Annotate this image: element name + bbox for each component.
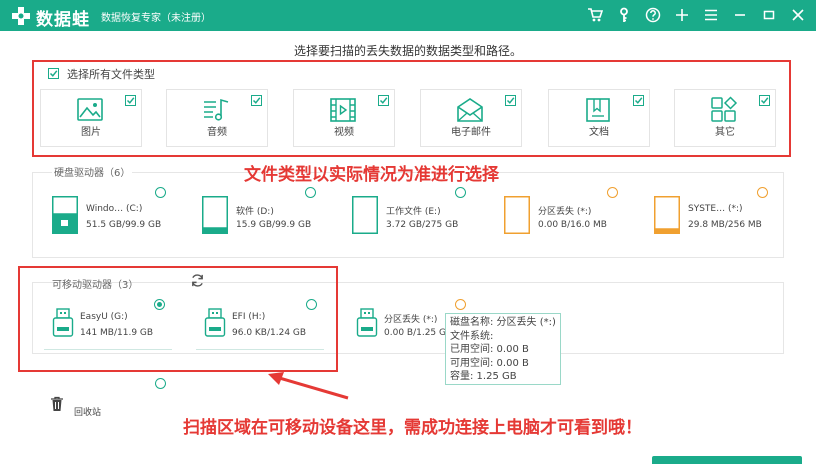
drive-info-tooltip: 磁盘名称: 分区丢失 (*:) 文件系统: 已用空间: 0.00 B 可用空间:… — [445, 313, 561, 385]
tooltip-disk-name: 磁盘名称: 分区丢失 (*:) — [450, 317, 556, 328]
annotation-arrow — [268, 372, 349, 400]
app-name: 数据蛙 — [36, 10, 90, 30]
select-all-label: 选择所有文件类型 — [67, 68, 155, 81]
drive-icon — [202, 196, 228, 234]
hard-drive-item[interactable]: 工作文件 (E:) 3.72 GB/275 GB — [352, 196, 502, 256]
audio-type-checkbox[interactable] — [251, 95, 262, 106]
drive-size: 0.00 B/16.0 MB — [538, 220, 607, 230]
scan-area-annotation: 扫描区域在可移动设备这里，需成功连接上电脑才可看到哦！ — [183, 418, 642, 438]
hard-drive-item[interactable]: 分区丢失 (*:) 0.00 B/16.0 MB — [504, 196, 654, 256]
plus-icon[interactable] — [672, 4, 692, 26]
trash-icon[interactable] — [50, 396, 64, 412]
drive-icon — [52, 196, 78, 234]
drive-icon — [504, 196, 530, 234]
page-prompt: 选择要扫描的丢失数据的数据类型和路径。 — [293, 44, 522, 58]
file-type-image[interactable]: 图片 — [40, 89, 142, 147]
hard-drive-item[interactable]: SYSTE… (*:) 29.8 MB/256 MB — [654, 196, 804, 256]
tooltip-capacity: 容量: 1.25 GB — [450, 371, 517, 382]
recycle-radio[interactable] — [155, 378, 166, 389]
removable-drive-radio[interactable] — [154, 299, 165, 310]
usb-drive-icon — [204, 308, 226, 337]
removable-drive-name: EasyU (G:) — [80, 312, 128, 322]
maximize-icon[interactable] — [759, 4, 779, 26]
video-type-checkbox[interactable] — [378, 95, 389, 106]
usb-drive-icon — [52, 308, 74, 337]
drive-underline — [44, 349, 172, 350]
email-type-checkbox[interactable] — [505, 95, 516, 106]
removable-drives-title: 可移动驱动器（3） — [52, 280, 139, 291]
file-type-label: 音频 — [207, 127, 227, 138]
file-type-label: 其它 — [715, 127, 735, 138]
removable-drive-name: EFI (H:) — [232, 312, 266, 322]
email-icon — [457, 98, 483, 122]
drive-name: Windo… (C:) — [86, 204, 143, 214]
scan-button[interactable] — [652, 456, 802, 464]
drive-size: 15.9 GB/99.9 GB — [236, 220, 312, 230]
file-type-video[interactable]: 视频 — [293, 89, 395, 147]
other-icon — [711, 96, 738, 122]
file-type-audio[interactable]: 音频 — [166, 89, 268, 147]
tooltip-filesystem: 文件系统: — [450, 330, 494, 342]
drive-icon — [654, 196, 680, 234]
menu-icon[interactable] — [701, 4, 721, 26]
image-type-checkbox[interactable] — [125, 95, 136, 106]
hard-drive-radio[interactable] — [757, 187, 768, 198]
drive-size: 51.5 GB/99.9 GB — [86, 220, 162, 230]
minimize-icon[interactable] — [730, 4, 750, 26]
drive-name: 工作文件 (E:) — [386, 207, 441, 217]
close-icon[interactable] — [788, 4, 808, 26]
removable-drive-radio[interactable] — [306, 299, 317, 310]
file-type-label: 视频 — [334, 127, 354, 138]
removable-drive-size: 141 MB/11.9 GB — [80, 328, 154, 338]
select-all-checkbox[interactable] — [48, 68, 59, 79]
image-icon — [77, 98, 103, 121]
file-type-label: 图片 — [81, 127, 101, 138]
hard-drive-item[interactable]: 软件 (D:) 15.9 GB/99.9 GB — [202, 196, 352, 256]
file-type-other[interactable]: 其它 — [674, 89, 776, 147]
refresh-icon[interactable] — [190, 273, 205, 288]
app-subtitle: 数据恢复专家（未注册） — [101, 13, 211, 24]
drive-size: 29.8 MB/256 MB — [688, 220, 762, 230]
hard-drive-radio[interactable] — [155, 187, 166, 198]
removable-drive-size: 96.0 KB/1.24 GB — [232, 328, 307, 338]
drive-underline — [196, 349, 324, 350]
hard-drives-title: 硬盘驱动器（6） — [52, 164, 133, 179]
removable-drive-name: 分区丢失 (*:) — [384, 315, 438, 325]
cart-icon[interactable] — [585, 4, 605, 26]
removable-drive-item[interactable]: EFI (H:) 96.0 KB/1.24 GB — [204, 308, 344, 358]
recycle-bin-label: 回收站 — [74, 408, 102, 418]
audio-icon — [204, 98, 229, 121]
tooltip-used-space: 已用空间: 0.00 B — [450, 344, 529, 355]
other-type-checkbox[interactable] — [759, 95, 770, 106]
removable-drive-size: 0.00 B/1.25 G — [384, 328, 446, 338]
file-type-label: 文档 — [589, 127, 609, 138]
file-type-annotation: 文件类型以实际情况为准进行选择 — [244, 165, 499, 185]
video-icon — [330, 98, 356, 122]
tooltip-free-space: 可用空间: 0.00 B — [450, 357, 529, 369]
lost-partition-radio[interactable] — [455, 299, 466, 310]
document-icon — [586, 98, 610, 122]
drive-size: 3.72 GB/275 GB — [386, 220, 459, 230]
hard-drive-radio[interactable] — [607, 187, 618, 198]
removable-drive-item[interactable]: EasyU (G:) 141 MB/11.9 GB — [52, 308, 192, 358]
app-logo-icon — [12, 7, 30, 25]
document-type-checkbox[interactable] — [633, 95, 644, 106]
key-icon[interactable] — [614, 4, 634, 26]
drive-icon — [352, 196, 378, 234]
hard-drive-radio[interactable] — [305, 187, 316, 198]
hard-drive-radio[interactable] — [455, 187, 466, 198]
file-type-document[interactable]: 文档 — [548, 89, 650, 147]
drive-name: SYSTE… (*:) — [688, 204, 743, 214]
file-type-label: 电子邮件 — [451, 127, 491, 138]
drive-name: 软件 (D:) — [236, 207, 274, 217]
hard-drive-item[interactable]: Windo… (C:) 51.5 GB/99.9 GB — [52, 196, 202, 256]
file-type-email[interactable]: 电子邮件 — [420, 89, 522, 147]
drive-name: 分区丢失 (*:) — [538, 207, 592, 217]
title-bar: 数据蛙 数据恢复专家（未注册） — [0, 0, 816, 31]
help-icon[interactable] — [643, 4, 663, 26]
usb-drive-icon — [356, 308, 378, 337]
